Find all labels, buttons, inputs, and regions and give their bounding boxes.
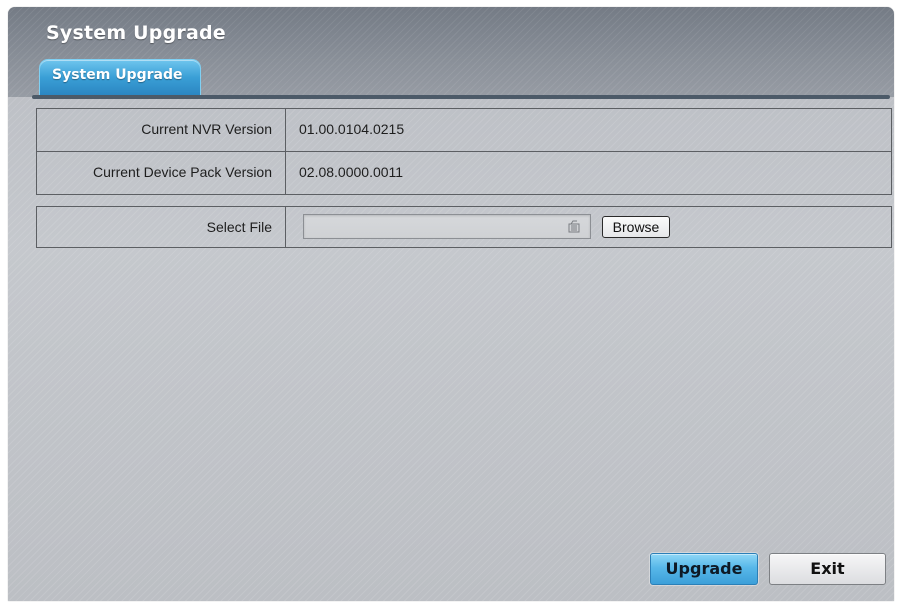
window-title: System Upgrade (46, 22, 226, 44)
select-file-label: Select File (37, 207, 286, 247)
tab-underline (32, 95, 890, 99)
device-pack-version-label: Current Device Pack Version (37, 152, 286, 194)
table-row: Current NVR Version 01.00.0104.0215 (37, 109, 891, 152)
version-info-table: Current NVR Version 01.00.0104.0215 Curr… (36, 108, 892, 195)
table-row: Current Device Pack Version 02.08.0000.0… (37, 152, 891, 194)
browse-button[interactable]: Browse (602, 216, 670, 238)
nvr-version-value: 01.00.0104.0215 (299, 121, 405, 137)
system-upgrade-window: System Upgrade System Upgrade Current NV… (8, 7, 894, 601)
file-icon (568, 220, 580, 233)
window-header: System Upgrade System Upgrade (8, 7, 894, 97)
tab-label: System Upgrade (52, 67, 183, 83)
select-file-row: Select File Browse (36, 206, 892, 248)
exit-button[interactable]: Exit (769, 553, 886, 585)
device-pack-version-value: 02.08.0000.0011 (299, 164, 404, 180)
tab-system-upgrade[interactable]: System Upgrade (39, 59, 201, 95)
nvr-version-label: Current NVR Version (37, 109, 286, 151)
upgrade-button[interactable]: Upgrade (650, 553, 758, 585)
file-path-field[interactable] (303, 214, 591, 239)
